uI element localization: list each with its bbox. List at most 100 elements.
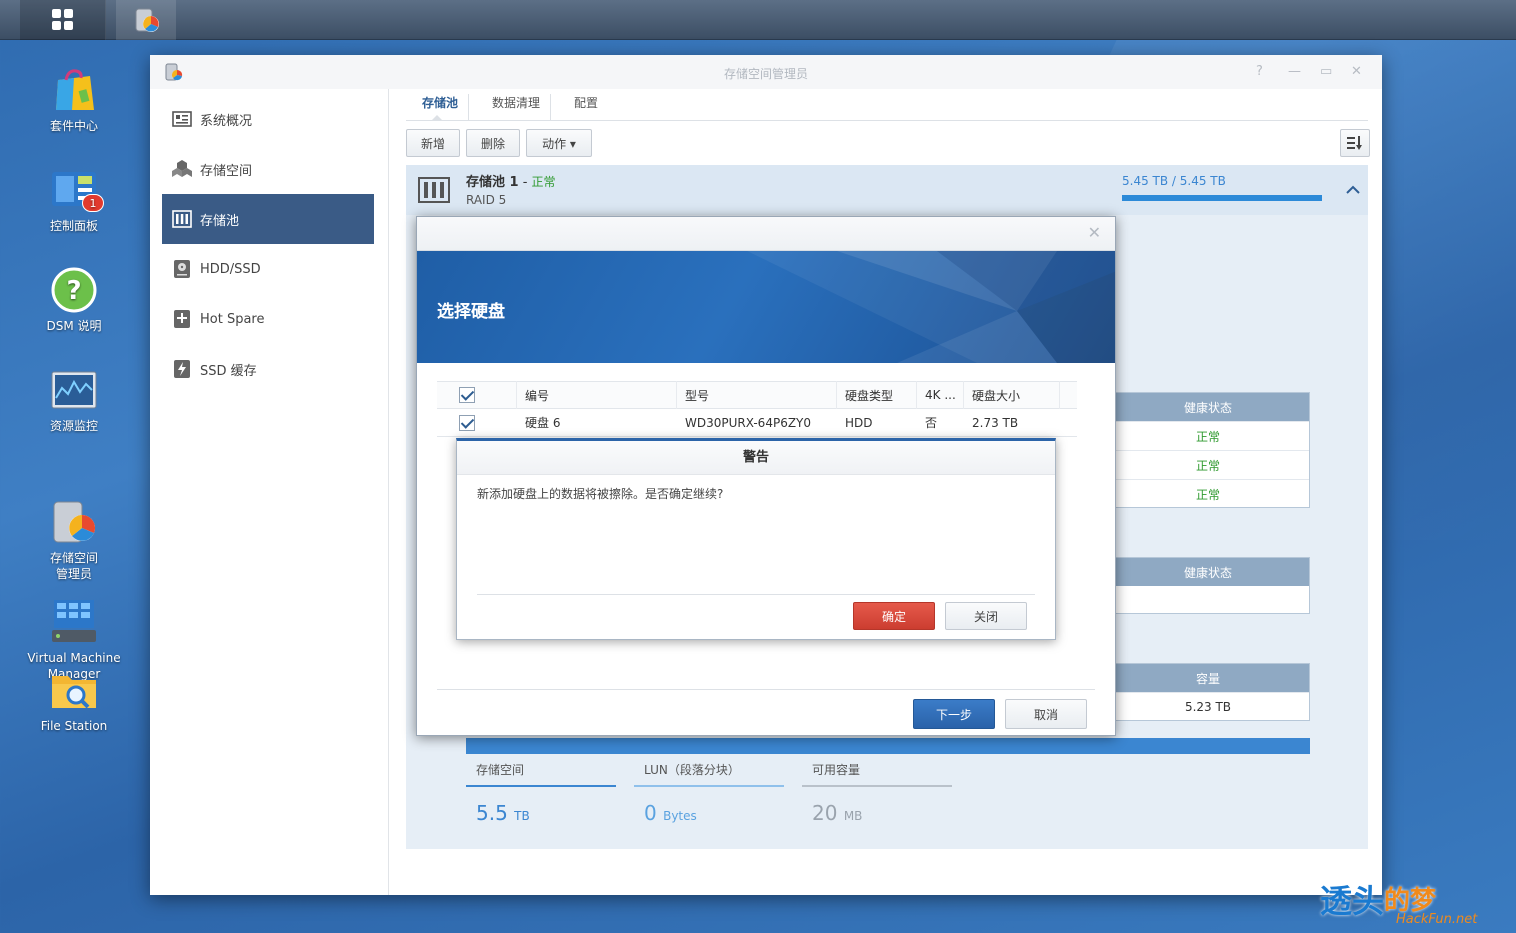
pool-separator: - xyxy=(518,175,532,190)
sidebar-item-ssd-cache[interactable]: SSD 缓存 xyxy=(162,344,374,394)
desktop-icon-label: DSM 说明 xyxy=(46,319,102,333)
volume-capacity-table: 容量 5.23 TB xyxy=(1106,663,1310,721)
column-header-size[interactable]: 硬盘大小 xyxy=(964,381,1060,409)
hard-disk-icon xyxy=(174,260,190,278)
wizard-close-icon[interactable]: ✕ xyxy=(1088,223,1101,242)
table-header: 健康状态 xyxy=(1107,393,1309,421)
stat-unit: MB xyxy=(843,809,863,823)
help-button[interactable]: ? xyxy=(1256,64,1263,79)
pool-usage-bar xyxy=(1122,195,1322,201)
control-panel-icon: 1 xyxy=(50,166,104,214)
confirm-button[interactable]: 确定 xyxy=(853,602,935,630)
virtual-machine-icon xyxy=(50,582,98,642)
cell-model: WD30PURX-64P6ZY0 xyxy=(685,415,812,430)
active-tab-caret xyxy=(432,115,442,120)
desktop-icon-label: 控制面板 xyxy=(49,219,98,233)
action-dropdown-button[interactable]: 动作 ▾ xyxy=(526,129,592,157)
stat-value: 0 xyxy=(644,801,657,825)
close-window-button[interactable]: ✕ xyxy=(1351,64,1362,79)
sidebar-item-volume[interactable]: 存储空间 xyxy=(162,144,374,194)
minimize-button[interactable]: — xyxy=(1288,64,1301,79)
warning-dialog: 警告 新添加硬盘上的数据将被擦除。是否确定继续? 确定 关闭 xyxy=(456,438,1056,640)
select-all-checkbox[interactable] xyxy=(437,381,517,409)
stat-unit: Bytes xyxy=(663,809,697,823)
cubes-icon xyxy=(172,160,192,177)
watermark-site: HackFun.net xyxy=(1396,912,1478,927)
sort-button[interactable] xyxy=(1340,129,1370,157)
lightning-disk-icon xyxy=(174,360,190,378)
stat-value: 20 xyxy=(812,801,838,825)
pool-raid-type: RAID 5 xyxy=(466,193,507,207)
cell-size: 2.73 TB xyxy=(972,415,1019,430)
sidebar-item-label: SSD 缓存 xyxy=(200,363,257,379)
column-header-model[interactable]: 型号 xyxy=(677,381,837,409)
stat-label: 存储空间 xyxy=(466,761,616,787)
pool-usage-text: 5.45 TB / 5.45 TB xyxy=(1122,174,1226,188)
cell-4k: 否 xyxy=(925,416,938,430)
desktop-icon-label: 套件中心 xyxy=(49,119,98,133)
table-row: 正常 xyxy=(1107,479,1309,508)
wizard-title: 选择硬盘 xyxy=(437,302,505,322)
stat-label: LUN（段落分块） xyxy=(634,761,784,787)
column-header-4k[interactable]: 4K ... xyxy=(917,381,964,409)
sidebar-item-storage-pool[interactable]: 存储池 xyxy=(162,194,374,244)
hot-spare-plus-icon xyxy=(174,310,190,328)
sidebar-item-label: 系统概况 xyxy=(200,113,253,129)
warning-message: 新添加硬盘上的数据将被擦除。是否确定继续? xyxy=(477,487,724,501)
column-header-id[interactable]: 编号 xyxy=(517,381,677,409)
desktop-icon-label: File Station xyxy=(40,719,108,733)
maximize-button[interactable]: ▭ xyxy=(1320,64,1332,79)
next-button[interactable]: 下一步 xyxy=(913,699,995,729)
desktop-icon-control-panel[interactable]: 1 控制面板 xyxy=(18,166,130,234)
main-menu-button[interactable] xyxy=(20,0,106,40)
sort-icon xyxy=(1347,136,1362,150)
warning-divider xyxy=(477,594,1035,595)
row-checkbox[interactable] xyxy=(437,409,517,437)
taskbar-storage-manager-button[interactable] xyxy=(116,0,176,40)
tab-config[interactable]: 配置 xyxy=(564,94,608,120)
wizard-banner: 选择硬盘 xyxy=(417,251,1115,363)
column-header-type[interactable]: 硬盘类型 xyxy=(837,381,917,409)
cell-id: 硬盘 6 xyxy=(525,416,561,430)
disk-table: 编号 型号 硬盘类型 4K ... 硬盘大小 硬盘 6 WD30PURX-64P… xyxy=(437,381,1077,437)
sidebar-item-label: HDD/SSD xyxy=(200,261,261,277)
table-row[interactable]: 硬盘 6 WD30PURX-64P6ZY0 HDD 否 2.73 TB xyxy=(437,409,1077,437)
window-titlebar[interactable]: 存储空间管理员 ? — ▭ ✕ xyxy=(150,55,1382,89)
close-button[interactable]: 关闭 xyxy=(945,602,1027,630)
pool-header[interactable]: 存储池 1 - 正常 RAID 5 5.45 TB / 5.45 TB xyxy=(406,165,1368,215)
disk-health-table: 健康状态 正常 正常 正常 xyxy=(1106,392,1310,508)
table-row: 5.23 TB xyxy=(1107,692,1309,721)
cell-type: HDD xyxy=(845,415,873,430)
sidebar-item-overview[interactable]: 系统概况 xyxy=(162,94,374,144)
stat-label: 可用容量 xyxy=(802,761,952,787)
sidebar-item-hot-spare[interactable]: Hot Spare xyxy=(162,294,374,344)
sidebar-item-label: 存储空间 xyxy=(200,163,253,179)
cancel-button[interactable]: 取消 xyxy=(1005,699,1087,729)
sidebar-item-label: Hot Spare xyxy=(200,311,265,327)
overview-icon xyxy=(172,111,192,127)
wizard-titlebar[interactable]: ✕ xyxy=(417,217,1115,251)
window-title: 存储空间管理员 xyxy=(723,67,808,81)
tab-data-scrubbing[interactable]: 数据清理 xyxy=(482,94,552,120)
help-question-icon: ? xyxy=(50,266,98,314)
banner-pattern xyxy=(747,251,1115,363)
watermark-main: 透头 xyxy=(1320,882,1385,920)
pool-name: 存储池 1 xyxy=(466,175,519,190)
desktop-icon-package-center[interactable]: 套件中心 xyxy=(18,66,130,134)
chevron-up-icon[interactable] xyxy=(1346,185,1360,195)
stat-value: 5.5 xyxy=(476,801,508,825)
resource-monitor-icon xyxy=(50,366,98,414)
shopping-bag-icon xyxy=(50,66,98,114)
delete-button[interactable]: 删除 xyxy=(466,129,520,157)
sidebar-item-hdd-ssd[interactable]: HDD/SSD xyxy=(162,244,374,294)
checkbox-checked-icon xyxy=(459,387,475,403)
warning-title: 警告 xyxy=(457,441,1055,475)
new-button[interactable]: 新增 xyxy=(406,129,460,157)
wizard-footer-divider xyxy=(437,689,1095,690)
svg-text:?: ? xyxy=(66,276,81,306)
desktop-icon-resource-monitor[interactable]: 资源监控 xyxy=(18,366,130,434)
stat-available: 可用容量 20 MB xyxy=(802,761,952,825)
desktop-icon-file-station[interactable]: File Station xyxy=(18,666,130,734)
table-row: 正常 xyxy=(1107,421,1309,450)
desktop-icon-dsm-help[interactable]: ? DSM 说明 xyxy=(18,266,130,334)
